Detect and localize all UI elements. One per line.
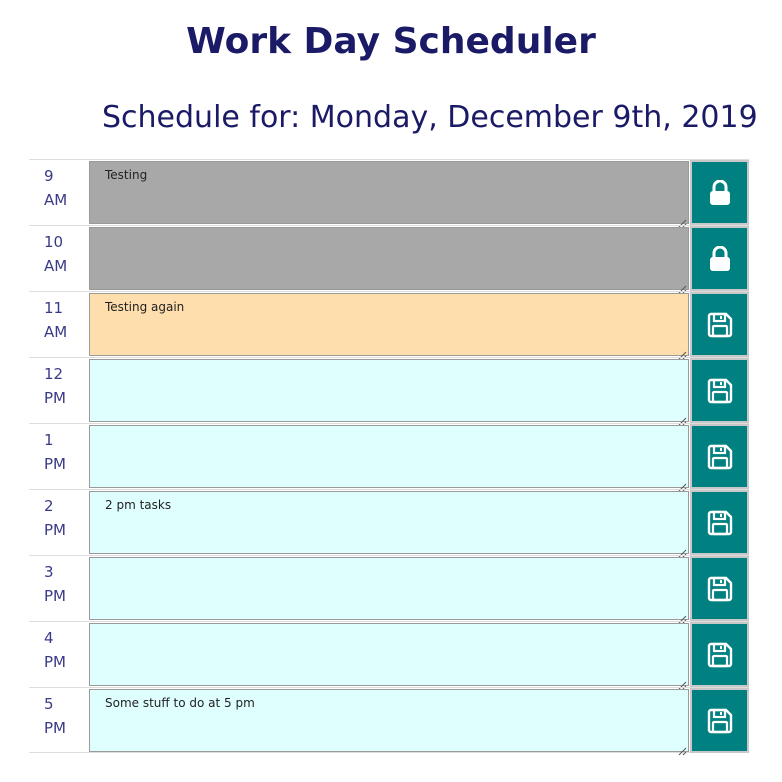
page-title: Work Day Scheduler <box>186 21 596 62</box>
hour-period: AM <box>44 323 68 341</box>
hour-row: 1 PM <box>29 423 749 492</box>
save-button[interactable] <box>690 424 749 489</box>
hour-row: 3 PM <box>29 555 749 624</box>
task-input[interactable] <box>89 557 689 620</box>
lock-icon <box>709 245 731 272</box>
save-button[interactable] <box>690 160 749 225</box>
save-button[interactable] <box>690 490 749 555</box>
save-button[interactable] <box>690 688 749 753</box>
hour-period: PM <box>44 521 66 539</box>
hour-label: 9 AM <box>29 160 89 225</box>
save-icon <box>706 509 734 537</box>
hour-row: 9 AM Testing <box>29 159 749 228</box>
task-input[interactable]: Some stuff to do at 5 pm <box>89 689 689 752</box>
hour-row: 11 AM Testing again <box>29 291 749 360</box>
hour-row: 5 PM Some stuff to do at 5 pm <box>29 687 749 756</box>
hour-label: 10 AM <box>29 226 89 291</box>
hour-number: 9 <box>44 167 54 185</box>
save-button[interactable] <box>690 556 749 621</box>
current-date: Monday, December 9th, 2019 <box>309 100 758 135</box>
hour-row: 2 PM 2 pm tasks <box>29 489 749 558</box>
hour-period: PM <box>44 389 66 407</box>
hour-number: 12 <box>44 365 64 383</box>
save-icon <box>706 707 734 735</box>
hour-label: 12 PM <box>29 358 89 423</box>
save-button[interactable] <box>690 292 749 357</box>
hour-label: 5 PM <box>29 688 89 753</box>
task-input[interactable] <box>89 227 689 290</box>
task-input[interactable]: 2 pm tasks <box>89 491 689 554</box>
schedule-grid: 9 AM Testing 10 AM 11 AM Testing again 12 PM 1 PM 2 P… <box>29 159 749 756</box>
hour-label: 4 PM <box>29 622 89 687</box>
task-input[interactable] <box>89 623 689 686</box>
save-button[interactable] <box>690 358 749 423</box>
schedule-date-prefix: Schedule for: <box>102 100 301 135</box>
hour-number: 10 <box>44 233 64 251</box>
hour-number: 4 <box>44 629 54 647</box>
hour-label: 3 PM <box>29 556 89 621</box>
hour-row: 12 PM <box>29 357 749 426</box>
save-icon <box>706 641 734 669</box>
hour-row: 10 AM <box>29 225 749 294</box>
hour-label: 11 AM <box>29 292 89 357</box>
save-icon <box>706 575 734 603</box>
task-input[interactable] <box>89 359 689 422</box>
task-input[interactable] <box>89 425 689 488</box>
save-icon <box>706 311 734 339</box>
hour-number: 1 <box>44 431 54 449</box>
hour-label: 1 PM <box>29 424 89 489</box>
hour-period: PM <box>44 587 66 605</box>
task-input[interactable]: Testing again <box>89 293 689 356</box>
hour-number: 2 <box>44 497 54 515</box>
task-input[interactable]: Testing <box>89 161 689 224</box>
hour-period: PM <box>44 719 66 737</box>
hour-period: AM <box>44 191 68 209</box>
save-icon <box>706 377 734 405</box>
hour-row: 4 PM <box>29 621 749 690</box>
schedule-date-heading: Schedule for: Monday, December 9th, 2019 <box>102 96 758 140</box>
hour-number: 3 <box>44 563 54 581</box>
lock-icon <box>709 179 731 206</box>
save-button[interactable] <box>690 622 749 687</box>
save-button[interactable] <box>690 226 749 291</box>
hour-period: PM <box>44 653 66 671</box>
hour-number: 5 <box>44 695 54 713</box>
save-icon <box>706 443 734 471</box>
hour-period: PM <box>44 455 66 473</box>
hour-label: 2 PM <box>29 490 89 555</box>
hour-number: 11 <box>44 299 64 317</box>
hour-period: AM <box>44 257 68 275</box>
